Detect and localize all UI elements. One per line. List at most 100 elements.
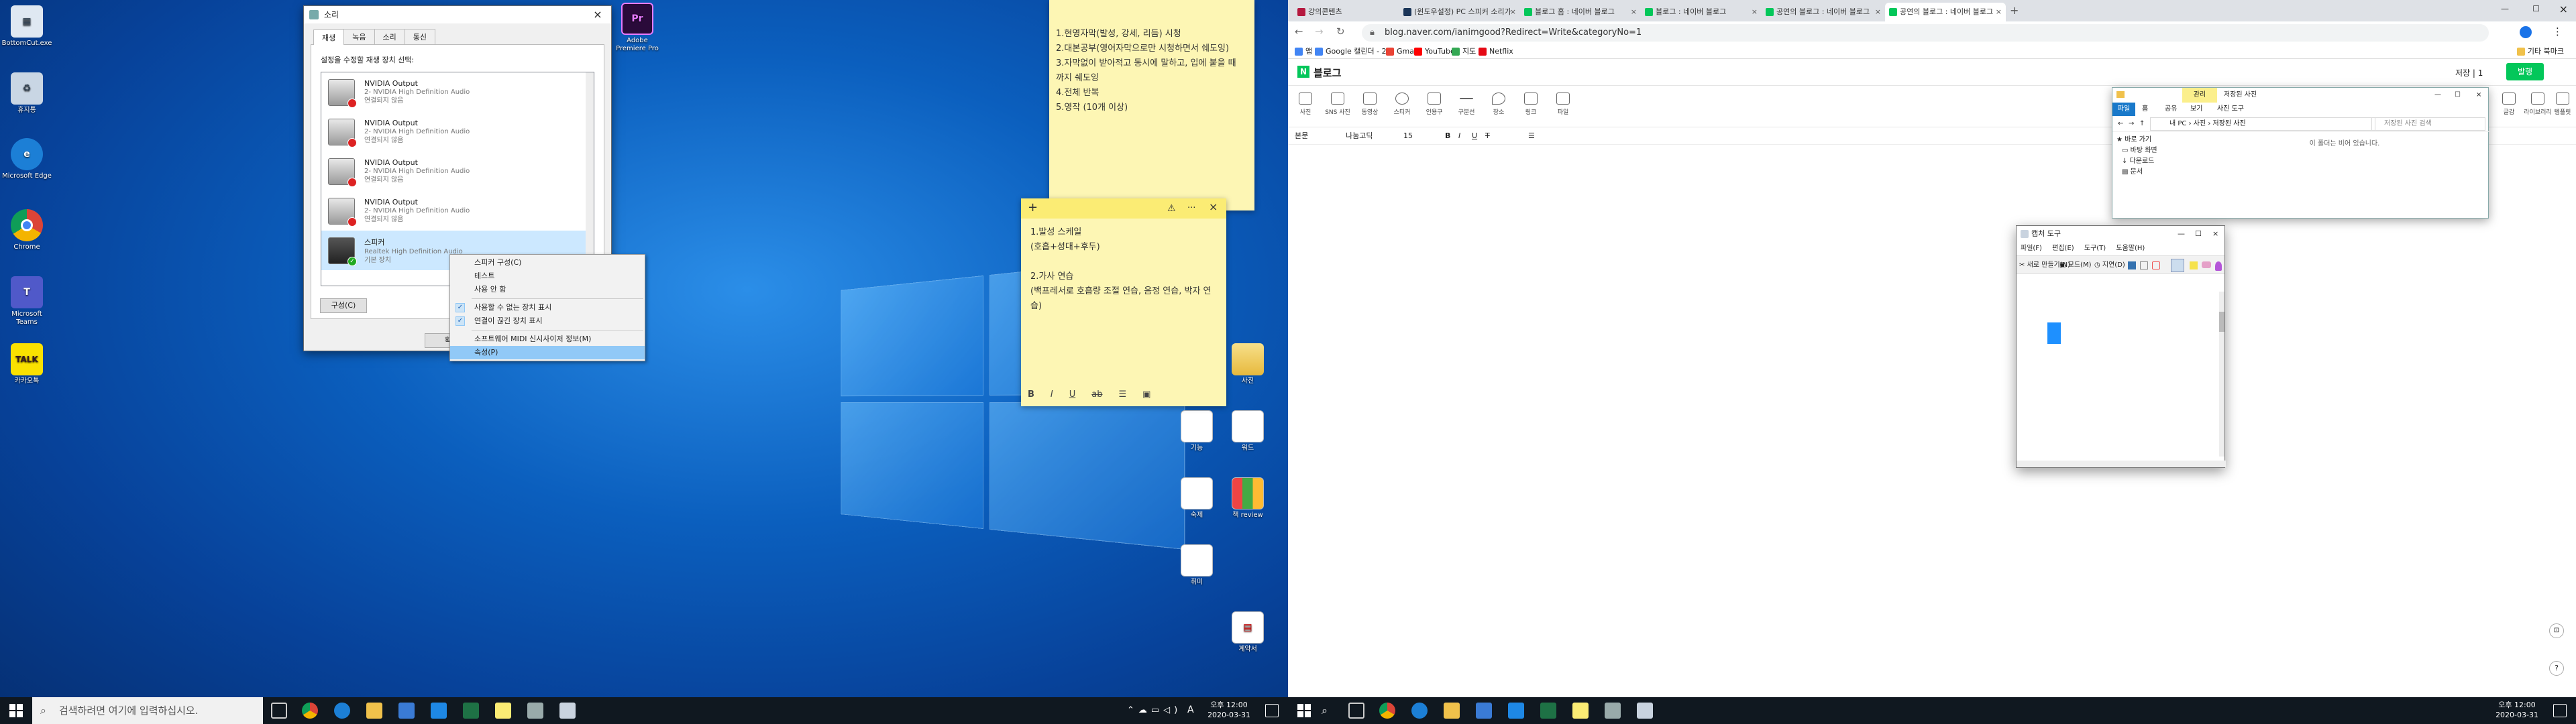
bookmark[interactable]: 지도 [1452,44,1476,59]
close-window-button[interactable]: × [2559,3,2568,15]
menu-help[interactable]: 도움말(H) [2116,245,2145,252]
tab-close-icon[interactable]: × [1510,3,1516,21]
sticky-notes-icon[interactable] [495,703,511,719]
back-icon[interactable]: ← [2118,116,2123,132]
configure-button[interactable]: 구성(C) [320,298,367,313]
edge-icon[interactable] [334,703,350,719]
nav-quick-access[interactable]: ★ 바로 가기 [2116,135,2197,145]
desktop-icon-bottomcut[interactable]: ▦ BottomCut.exe [1,5,52,48]
tab-communications[interactable]: 통신 [404,29,435,44]
desktop-icon-file[interactable]: 책 review [1222,477,1273,520]
tool-video[interactable]: 동영상 [1356,93,1383,116]
publish-button[interactable]: 발행 [2506,63,2544,80]
bookmark[interactable]: Netflix [1479,44,1513,59]
nav-documents[interactable]: ▤ 문서 [2116,167,2197,178]
eraser-icon[interactable] [2202,261,2211,268]
paint-icon[interactable] [2215,261,2222,271]
search-icon[interactable]: ⌕ [1322,704,1328,717]
store-icon[interactable] [398,703,415,719]
menu-item-speaker-setup[interactable]: 스피커 구성(C) [450,256,645,269]
device-item[interactable]: NVIDIA Output 2- NVIDIA High Definition A… [321,191,594,231]
ribbon-tab-home[interactable]: 홈 [2142,103,2148,116]
mail-icon[interactable] [1508,703,1524,719]
italic-button[interactable]: I [1458,127,1460,145]
notification-icon[interactable] [1265,704,1279,717]
tool-quote[interactable]: 인용구 [1421,93,1448,116]
italic-button[interactable]: I [1051,387,1053,402]
ribbon-tab-file[interactable]: 파일 [2112,103,2135,116]
browser-tab[interactable]: 블로그 홈 : 네이버 블로그 × [1520,3,1641,21]
explorer-titlebar[interactable]: 관리 저장된 사진 — ☐ × [2112,88,2489,103]
edge-icon[interactable] [1411,703,1428,719]
tool-divider[interactable]: 구분선 [1453,93,1480,116]
new-tab-button[interactable]: + [2010,4,2019,17]
strikethrough-button[interactable]: T [1485,127,1490,145]
dialog-titlebar[interactable]: 소리 × [304,6,611,23]
snipping-tool-icon[interactable] [1637,703,1653,719]
forward-icon[interactable]: → [1315,25,1324,38]
help-icon[interactable]: ? [2549,661,2564,676]
browser-tab[interactable]: 블로그 : 네이버 블로그 × [1641,3,1762,21]
image-button[interactable]: ▣ [1142,387,1150,402]
bookmark[interactable]: Google 캘린더 - 2... [1315,44,1393,59]
snipping-tool-icon[interactable] [559,703,576,719]
desktop-icon-premiere[interactable]: Pr Adobe Premiere Pro [612,3,663,53]
desktop-icon-file[interactable]: 워드 [1222,410,1273,452]
copy-icon[interactable] [2140,261,2148,269]
ribbon-tab-picture-tools[interactable]: 사진 도구 [2217,103,2244,116]
close-button[interactable]: × [2212,226,2218,242]
bookmark-other[interactable]: 기타 북마크 [2516,44,2564,59]
bold-button[interactable]: B [1028,387,1034,402]
tab-close-icon[interactable]: × [1752,3,1758,21]
pen-icon[interactable] [2171,259,2184,272]
menu-file[interactable]: 파일(F) [2021,245,2042,252]
tool-template[interactable]: 템플릿 [2549,93,2576,116]
desktop-icon-file[interactable]: 숙제 [1171,477,1222,520]
desktop-icon-teams[interactable]: T Microsoft Teams [1,276,52,326]
minimize-button[interactable]: — [2434,88,2441,103]
horizontal-scrollbar[interactable] [2017,461,2226,467]
vertical-scrollbar[interactable] [2219,292,2224,457]
note-body[interactable]: 1.발성 스케일 (호흡+성대+후두) 2.가사 연습 (백프레서로 호흡량 조… [1021,219,1226,314]
notification-icon[interactable] [2553,704,2567,717]
forward-icon[interactable]: → [2129,116,2134,132]
snip-titlebar[interactable]: 캡처 도구 — ☐ × [2017,226,2224,242]
taskbar-search[interactable]: ⌕ 검색하려면 여기에 입력하십시오. [32,697,263,724]
snip-canvas[interactable] [2017,292,2220,457]
sticky-note-1[interactable]: 1.현영자막(발성, 강세, 리듬) 시청 2.대본공부(영어자막으로만 시청하… [1049,0,1254,210]
menu-item-disable[interactable]: 사용 안 함 [450,283,645,296]
bookmark[interactable]: YouTube [1414,44,1455,59]
browser-tab-active[interactable]: 공연의 블로그 : 네이버 블로그 × [1885,3,2006,21]
close-button[interactable]: × [584,6,611,23]
paragraph-style-select[interactable]: 본문 [1295,127,1308,145]
align-icon[interactable]: ☰ [1528,127,1535,145]
chrome-icon[interactable] [1379,703,1395,719]
taskbar-clock[interactable]: 오후 12:00 2020-03-31 [2496,700,2538,720]
maximize-button[interactable]: ☐ [2455,88,2461,103]
desktop-icon-pdf[interactable]: ▤ 계약서 [1222,611,1273,654]
explorer-path[interactable]: 내 PC › 사진 › 저장된 사진 [2150,117,2375,131]
tool-photo[interactable]: 사진 [1292,93,1319,116]
ime-indicator[interactable]: A [1187,705,1194,715]
up-icon[interactable]: ↑ [2139,116,2145,132]
menu-item-test[interactable]: 테스트 [450,269,645,283]
minimize-button[interactable]: — [2178,226,2185,242]
url-bar[interactable]: 🔒︎ blog.naver.com/ianimgood?Redirect=Wri… [1362,24,2489,42]
tool-place[interactable]: 장소 [1485,93,1512,116]
taskbar-clock[interactable]: 오후 12:00 2020-03-31 [1208,700,1250,720]
tab-sounds[interactable]: 소리 [374,29,405,44]
font-size-select[interactable]: 15 [1403,127,1413,145]
back-icon[interactable]: ← [1295,25,1303,38]
bold-button[interactable]: B [1445,127,1450,145]
file-explorer-icon[interactable] [366,703,382,719]
tab-close-icon[interactable]: × [1996,3,2002,21]
menu-tools[interactable]: 도구(T) [2084,245,2106,252]
browser-tab[interactable]: 강의콘텐츠× [1293,3,1414,21]
save-draft[interactable]: 저장 | 1 [2455,67,2483,78]
task-view-icon[interactable] [1348,703,1364,719]
task-view-icon[interactable] [271,703,287,719]
profile-avatar[interactable] [2520,26,2532,38]
desktop-icon-kakaotalk[interactable]: TALK 카카오톡 [1,343,52,385]
menu-item-show-disabled[interactable]: ✓ 사용할 수 없는 장치 표시 [450,301,645,314]
nav-desktop[interactable]: ▭ 바탕 화면 [2116,145,2197,156]
